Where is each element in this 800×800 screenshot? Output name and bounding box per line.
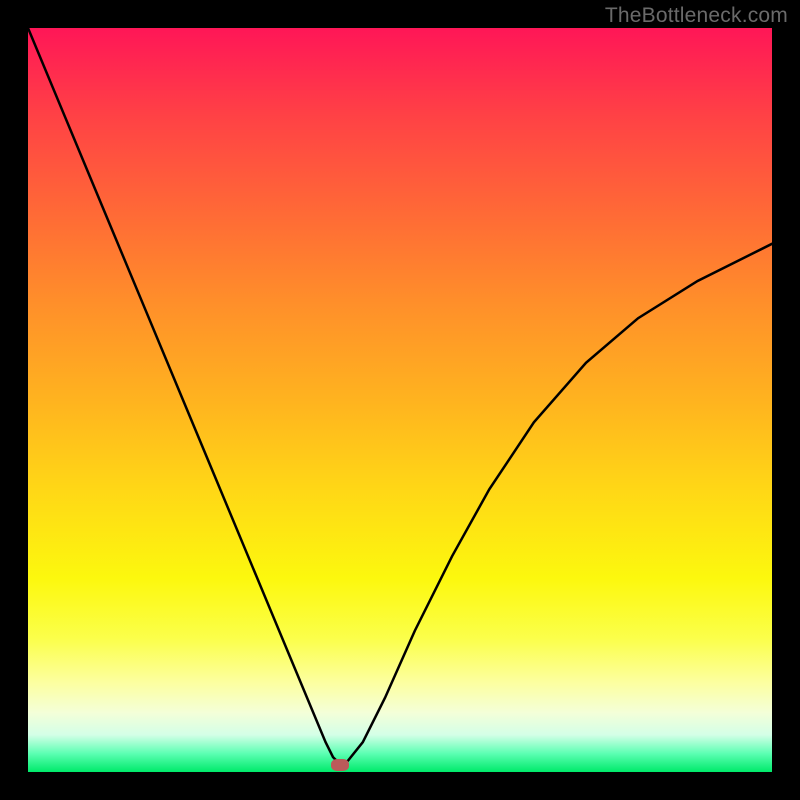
curve-svg (28, 28, 772, 772)
curve-path (28, 28, 772, 765)
watermark-text: TheBottleneck.com (605, 4, 788, 28)
minimum-marker (331, 759, 349, 771)
chart-container: TheBottleneck.com (0, 0, 800, 800)
plot-area (28, 28, 772, 772)
